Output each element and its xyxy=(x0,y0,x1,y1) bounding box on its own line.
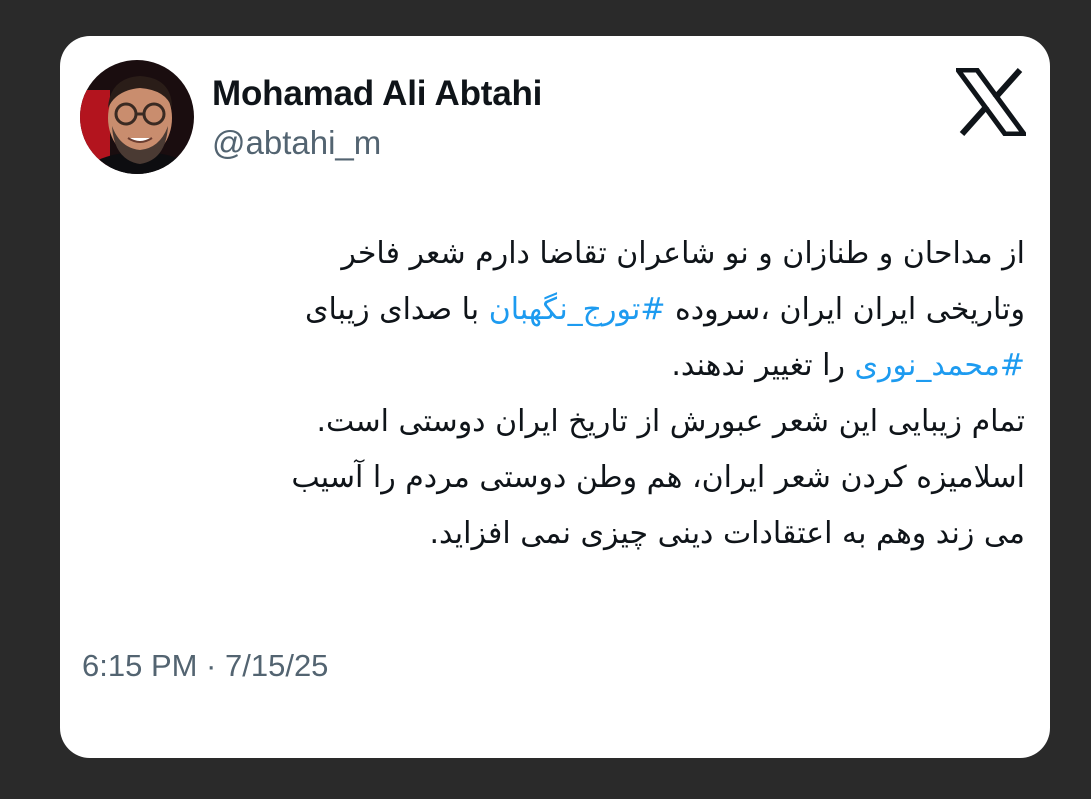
hashtag-link[interactable]: #تورج_نگهبان xyxy=(489,292,666,327)
tweet-text-segment: را تغییر ندهند. xyxy=(671,348,855,383)
tweet-text-segment: وتاریخی ایران ایران ،سروده xyxy=(665,292,1025,327)
tweet-line: اسلامیزه کردن شعر ایران، هم وطن دوستی مر… xyxy=(291,460,1025,495)
tweet-line: از مداحان و طنازان و نو شاعران تقاضا دار… xyxy=(341,236,1025,271)
author-handle[interactable]: @abtahi_m xyxy=(212,124,381,162)
author-name[interactable]: Mohamad Ali Abtahi xyxy=(212,74,542,114)
tweet-text-segment: با صدای زیبای xyxy=(305,292,489,327)
x-logo-icon[interactable] xyxy=(953,67,1029,137)
tweet-timestamp[interactable]: 6:15 PM · 7/15/25 xyxy=(82,648,328,684)
tweet-line: می زند وهم به اعتقادات دینی چیزی نمی افز… xyxy=(429,516,1026,551)
tweet-line: #محمد_نوری را تغییر ندهند. xyxy=(100,338,1025,394)
tweet-text: از مداحان و طنازان و نو شاعران تقاضا دار… xyxy=(100,226,1025,562)
hashtag-link[interactable]: #محمد_نوری xyxy=(855,348,1025,383)
avatar[interactable] xyxy=(80,60,194,174)
tweet-card: Mohamad Ali Abtahi @abtahi_m از مداحان و… xyxy=(60,36,1050,758)
tweet-line: تمام زیبایی این شعر عبورش از تاریخ ایران… xyxy=(316,404,1026,439)
tweet-line: وتاریخی ایران ایران ،سروده #تورج_نگهبان … xyxy=(100,282,1025,338)
